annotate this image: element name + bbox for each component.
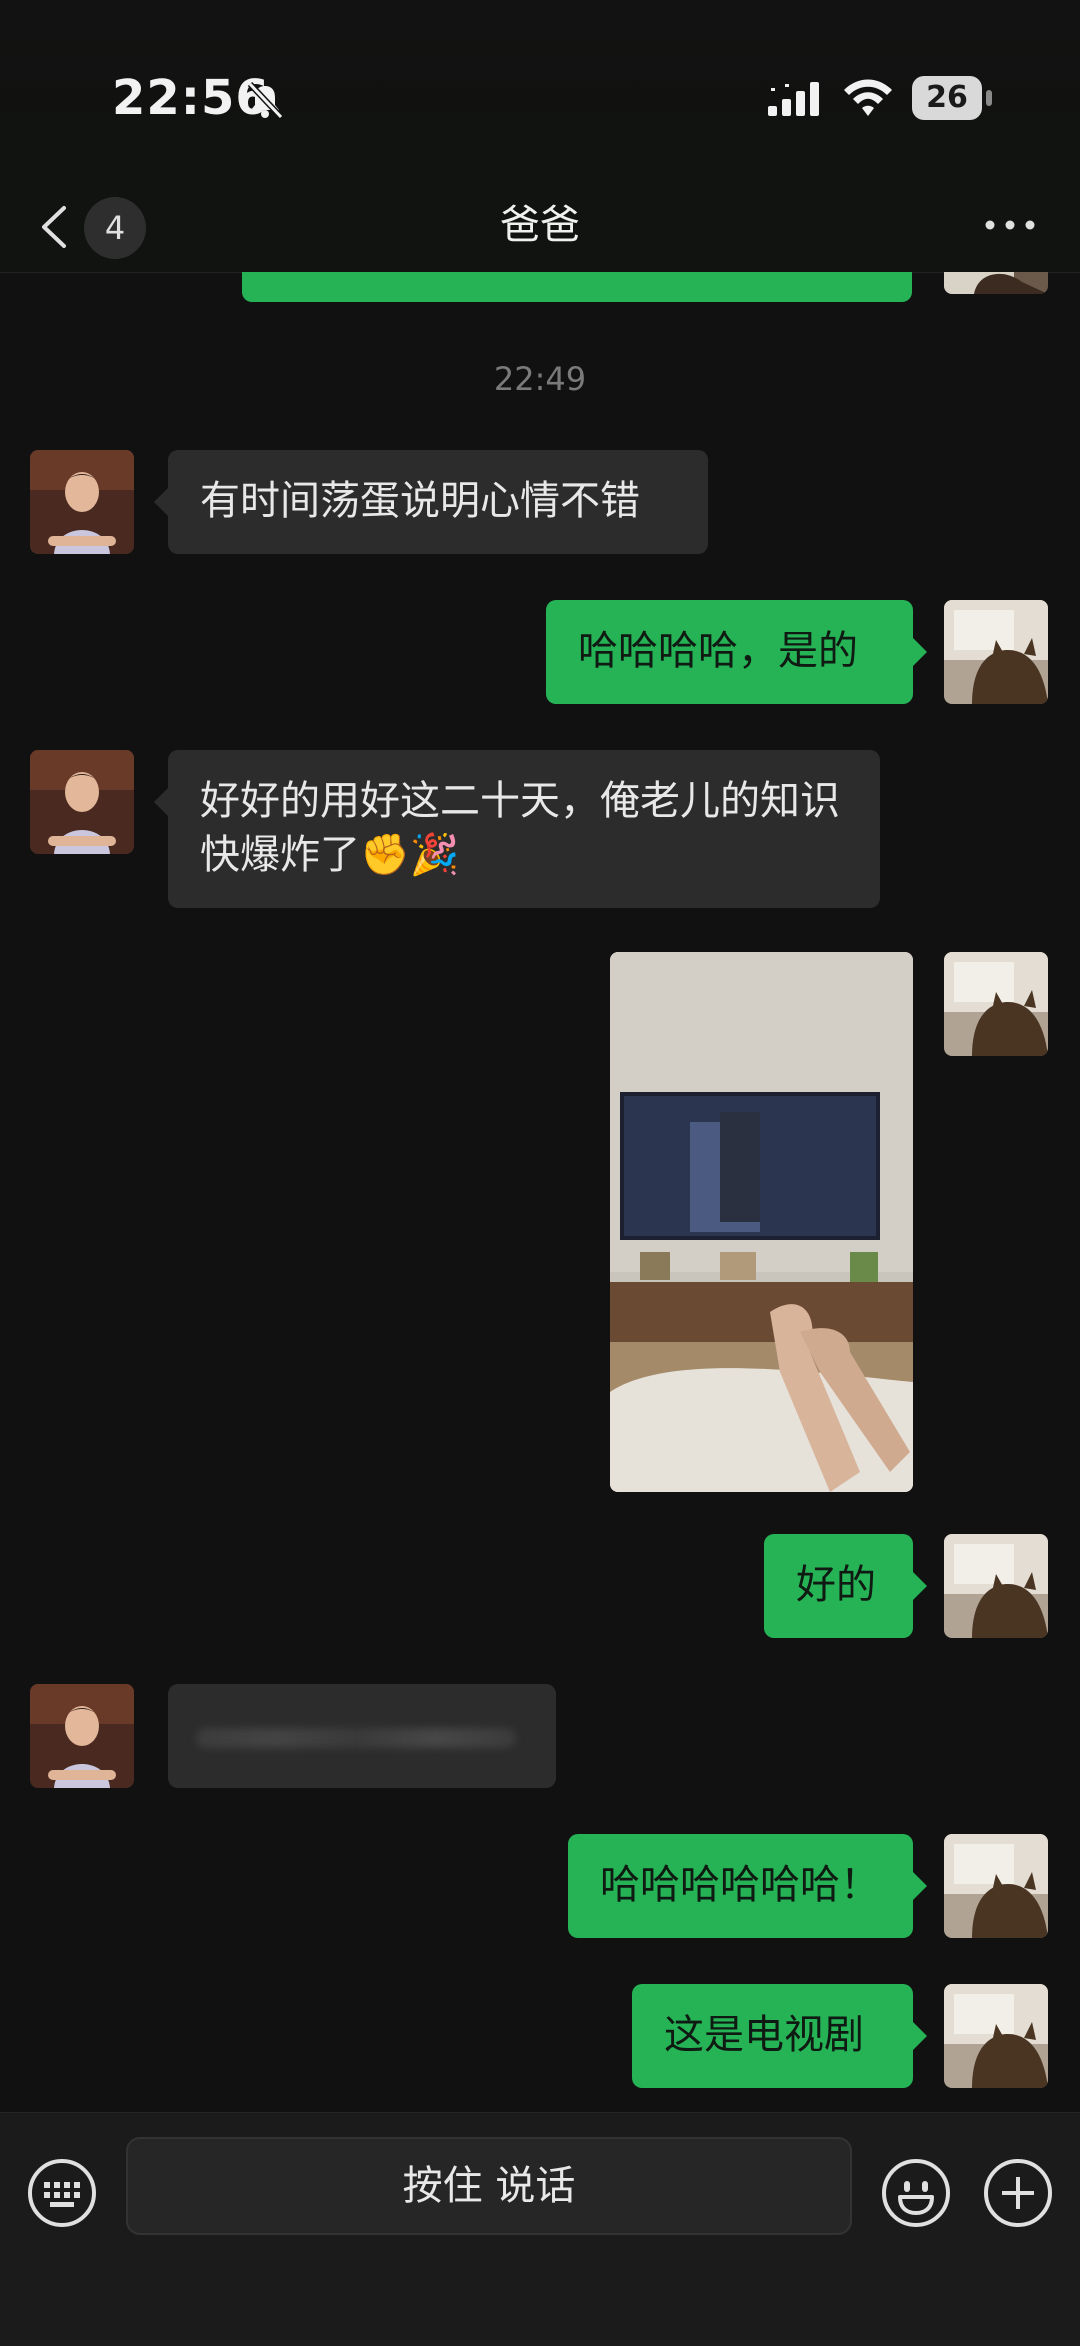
contact-avatar[interactable] (30, 1684, 134, 1788)
chevron-left-icon (42, 206, 66, 248)
message-bubble-outgoing[interactable]: 哈哈哈哈哈哈！ (568, 1834, 927, 1938)
message-bubble-partial[interactable] (242, 272, 912, 302)
more-icon[interactable] (980, 200, 1040, 250)
message-text: 好的 (796, 1562, 876, 1608)
message-list[interactable]: 22:49 有时间荡蛋说明心情不错 哈哈哈哈，是的 好好的用好这二十天，俺老儿的… (0, 272, 1080, 2112)
plus-icon[interactable] (982, 2157, 1054, 2229)
battery-level: 26 (926, 80, 968, 115)
message-text: 哈哈哈哈哈哈！ (600, 1862, 880, 1908)
my-avatar[interactable] (944, 600, 1048, 704)
message-bubble-outgoing[interactable]: 这是电视剧 (632, 1984, 927, 2088)
my-avatar[interactable] (944, 272, 1048, 294)
message-bubble-outgoing[interactable]: 好的 (764, 1534, 927, 1638)
message-image[interactable] (610, 952, 913, 1492)
message-bubble-blurred[interactable] (168, 1684, 556, 1788)
message-text: 哈哈哈哈，是的 (578, 628, 858, 674)
bell-slash-icon (247, 81, 284, 120)
keyboard-icon[interactable] (26, 2157, 98, 2229)
wifi-icon (844, 79, 892, 116)
redacted-text (196, 1728, 516, 1748)
message-bubble-incoming[interactable]: 有时间荡蛋说明心情不错 (154, 450, 708, 554)
message-bubble-outgoing[interactable]: 哈哈哈哈，是的 (546, 600, 927, 704)
emoji-icon[interactable] (880, 2157, 952, 2229)
chat-title: 爸爸 (500, 202, 580, 248)
cellular-signal-icon (768, 82, 819, 116)
my-avatar[interactable] (944, 1834, 1048, 1938)
my-avatar[interactable] (944, 952, 1048, 1056)
my-avatar[interactable] (944, 1984, 1048, 2088)
message-text: 好好的用好这二十天，俺老儿的知识快爆炸了✊🎉 (200, 778, 840, 878)
message-text: 有时间荡蛋说明心情不错 (200, 478, 640, 524)
battery-icon: 26 (912, 76, 992, 120)
message-bubble-incoming[interactable]: 好好的用好这二十天，俺老儿的知识快爆炸了✊🎉 (154, 750, 880, 908)
my-avatar[interactable] (944, 1534, 1048, 1638)
contact-avatar[interactable] (30, 750, 134, 854)
message-text: 这是电视剧 (664, 2012, 864, 2058)
contact-avatar[interactable] (30, 450, 134, 554)
status-bar: 22:56 26 (0, 0, 1080, 180)
chat-header: 4 爸爸 (0, 180, 1080, 273)
hold-to-talk-button[interactable]: 按住 说话 (126, 2137, 852, 2235)
unread-count-badge: 4 (84, 197, 146, 259)
message-timestamp: 22:49 (493, 360, 587, 398)
back-button[interactable]: 4 (36, 192, 156, 262)
input-bar: 按住 说话 (0, 2112, 1080, 2346)
